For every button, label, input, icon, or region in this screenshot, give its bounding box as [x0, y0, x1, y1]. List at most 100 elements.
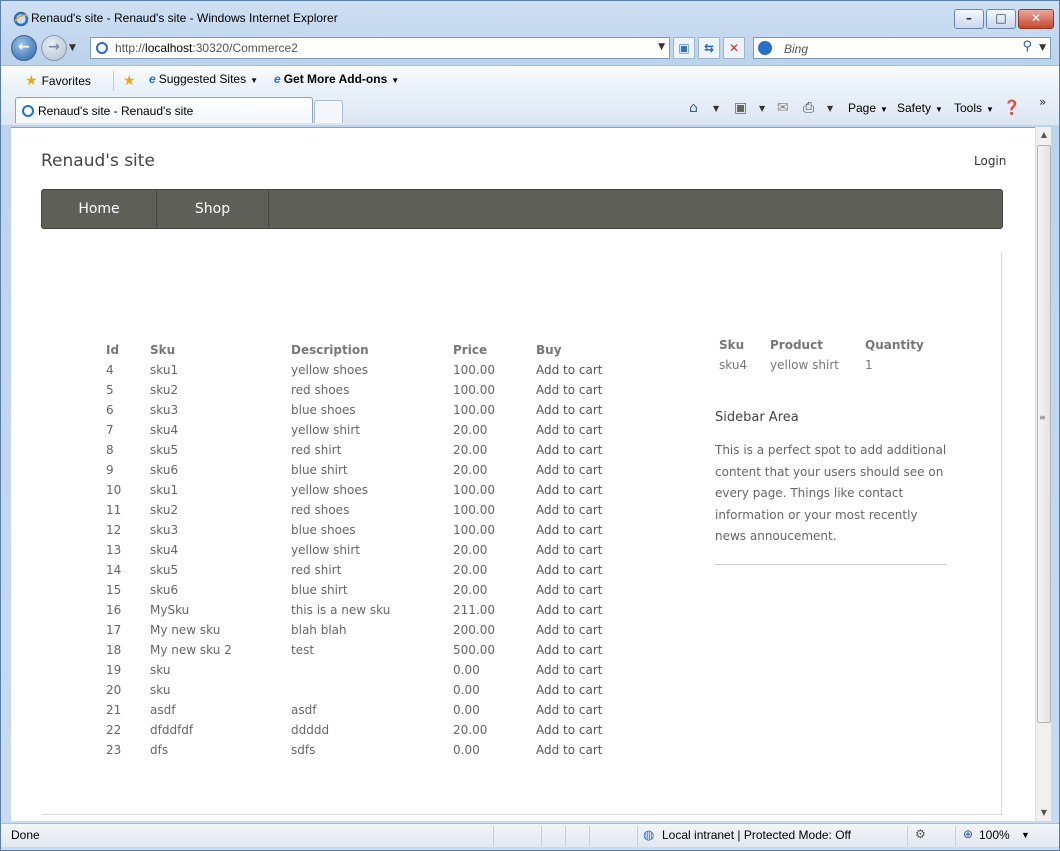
- products-body: 4 sku1 yellow shoes 100.00 Add to cart 5 sku2 r…: [106, 360, 626, 760]
- page-menu[interactable]: Page ▼: [848, 101, 888, 115]
- add-to-cart-link[interactable]: Add to cart: [536, 520, 626, 540]
- add-to-cart-link[interactable]: Add to cart: [536, 560, 626, 580]
- status-bar: Done ◍ Local intranet | Protected Mode: …: [1, 823, 1059, 847]
- close-button[interactable]: ✕: [1018, 9, 1054, 29]
- add-to-cart-link[interactable]: Add to cart: [536, 380, 626, 400]
- search-dropdown[interactable]: ▼: [1039, 43, 1046, 53]
- table-row: 10 sku1 yellow shoes 100.00 Add to cart: [106, 480, 626, 500]
- compatibility-view-button[interactable]: ▣: [673, 37, 695, 59]
- add-to-cart-link[interactable]: Add to cart: [536, 540, 626, 560]
- cell-description: blue shirt: [291, 463, 348, 477]
- add-to-cart-link[interactable]: Add to cart: [536, 660, 626, 680]
- cell-price: 0.00: [453, 743, 480, 757]
- search-icon[interactable]: ⚲: [1022, 39, 1032, 54]
- login-link[interactable]: Login: [974, 154, 1006, 168]
- cell-sku: MySku: [150, 603, 190, 617]
- add-to-cart-link[interactable]: Add to cart: [536, 640, 626, 660]
- add-to-cart-link[interactable]: Add to cart: [536, 420, 626, 440]
- table-row: 16 MySku this is a new sku 211.00 Add to car…: [106, 600, 626, 620]
- minimize-icon: –: [966, 11, 972, 25]
- products-table: Id Sku Description Price Buy 4 sku1 yellow…: [106, 340, 626, 760]
- vertical-scrollbar[interactable]: ▲ ≡ ▼: [1035, 127, 1051, 821]
- add-to-cart-link[interactable]: Add to cart: [536, 720, 626, 740]
- add-to-cart-link[interactable]: Add to cart: [536, 440, 626, 460]
- add-to-cart-link[interactable]: Add to cart: [536, 600, 626, 620]
- home-icon[interactable]: ⌂: [689, 100, 698, 116]
- table-row: 14 sku5 red shirt 20.00 Add to cart: [106, 560, 626, 580]
- cell-sku: sku1: [150, 483, 179, 497]
- mail-icon[interactable]: ✉: [777, 100, 789, 116]
- add-to-cart-link[interactable]: Add to cart: [536, 580, 626, 600]
- maximize-button[interactable]: □: [986, 9, 1016, 29]
- forward-button[interactable]: →: [41, 35, 67, 61]
- cart-table: Sku Product Quantity sku4 yellow shirt 1: [719, 335, 945, 375]
- cell-id: 5: [106, 383, 114, 397]
- back-button[interactable]: ←: [11, 35, 37, 61]
- scroll-grip-icon: ≡: [1039, 413, 1046, 422]
- search-input[interactable]: Bing: [784, 42, 808, 56]
- cell-sku: sku4: [150, 423, 179, 437]
- table-row: 12 sku3 blue shoes 100.00 Add to cart: [106, 520, 626, 540]
- globe-icon: ◍: [643, 827, 655, 842]
- zoom-level[interactable]: 100%: [979, 828, 1010, 842]
- suggested-sites-button[interactable]: e Suggested Sites ▼: [149, 72, 258, 86]
- column-header-id: Id: [106, 343, 120, 357]
- cell-price: 20.00: [453, 543, 488, 557]
- menu-item-home[interactable]: Home: [42, 190, 157, 228]
- stop-button[interactable]: ✕: [723, 37, 745, 59]
- add-to-cart-link[interactable]: Add to cart: [536, 360, 626, 380]
- address-url[interactable]: http://localhost:30320/Commerce2: [115, 41, 298, 55]
- add-to-favorites-bar-button[interactable]: ★: [123, 72, 140, 89]
- chevron-down-icon: ▼: [935, 105, 943, 114]
- content-border-bottom: [41, 814, 1003, 815]
- refresh-button[interactable]: ⇆: [698, 37, 720, 59]
- page-menu-label: Page: [848, 101, 877, 115]
- back-arrow-icon: ←: [18, 39, 30, 55]
- table-row: 8 sku5 red shirt 20.00 Add to cart: [106, 440, 626, 460]
- cell-sku: asdf: [150, 703, 176, 717]
- add-to-cart-link[interactable]: Add to cart: [536, 680, 626, 700]
- cart-row: sku4 yellow shirt 1: [719, 355, 945, 375]
- address-bar[interactable]: http://localhost:30320/Commerce2 ▼: [90, 37, 670, 59]
- help-icon[interactable]: ❓: [1003, 100, 1020, 116]
- tab-active[interactable]: Renaud's site - Renaud's site: [15, 97, 313, 123]
- add-to-cart-link[interactable]: Add to cart: [536, 700, 626, 720]
- recent-pages-dropdown[interactable]: ▼: [69, 43, 76, 53]
- minimize-button[interactable]: –: [954, 9, 984, 29]
- cell-price: 0.00: [453, 683, 480, 697]
- add-to-cart-link[interactable]: Add to cart: [536, 740, 626, 760]
- cell-price: 0.00: [453, 703, 480, 717]
- feeds-dropdown[interactable]: ▼: [759, 104, 765, 113]
- safety-menu[interactable]: Safety ▼: [897, 101, 943, 115]
- print-icon[interactable]: ⎙: [803, 100, 814, 116]
- scroll-up-icon[interactable]: ▲: [1036, 127, 1052, 143]
- protected-mode-icon[interactable]: ⚙: [915, 827, 926, 841]
- add-to-cart-link[interactable]: Add to cart: [536, 400, 626, 420]
- zoom-dropdown[interactable]: ▼: [1021, 830, 1030, 840]
- add-to-cart-link[interactable]: Add to cart: [536, 460, 626, 480]
- scroll-down-icon[interactable]: ▼: [1036, 805, 1052, 821]
- print-dropdown[interactable]: ▼: [827, 104, 833, 113]
- cell-price: 200.00: [453, 623, 495, 637]
- home-dropdown[interactable]: ▼: [713, 104, 719, 113]
- favorites-star-icon: ★: [25, 72, 38, 88]
- feeds-icon[interactable]: ▣: [734, 100, 747, 116]
- address-dropdown[interactable]: ▼: [658, 42, 665, 52]
- get-more-addons-button[interactable]: e Get More Add-ons ▼: [274, 72, 399, 86]
- add-to-cart-link[interactable]: Add to cart: [536, 620, 626, 640]
- table-row: 20 sku 0.00 Add to cart: [106, 680, 626, 700]
- more-commands-icon[interactable]: »: [1039, 95, 1046, 109]
- add-to-cart-link[interactable]: Add to cart: [536, 500, 626, 520]
- search-box[interactable]: Bing ⚲ ▼: [753, 37, 1051, 59]
- menu-item-shop[interactable]: Shop: [157, 190, 269, 228]
- tools-menu[interactable]: Tools ▼: [954, 101, 994, 115]
- scrollbar-thumb[interactable]: [1037, 145, 1051, 723]
- new-tab-button[interactable]: [314, 100, 343, 123]
- cell-sku: dfs: [150, 743, 169, 757]
- add-to-cart-link[interactable]: Add to cart: [536, 480, 626, 500]
- favorites-button[interactable]: ★ Favorites: [25, 72, 91, 89]
- security-zone[interactable]: Local intranet | Protected Mode: Off: [662, 828, 851, 842]
- close-icon: ✕: [1030, 11, 1042, 25]
- ie-tab-icon: [22, 105, 34, 117]
- url-prefix: http://: [115, 41, 146, 55]
